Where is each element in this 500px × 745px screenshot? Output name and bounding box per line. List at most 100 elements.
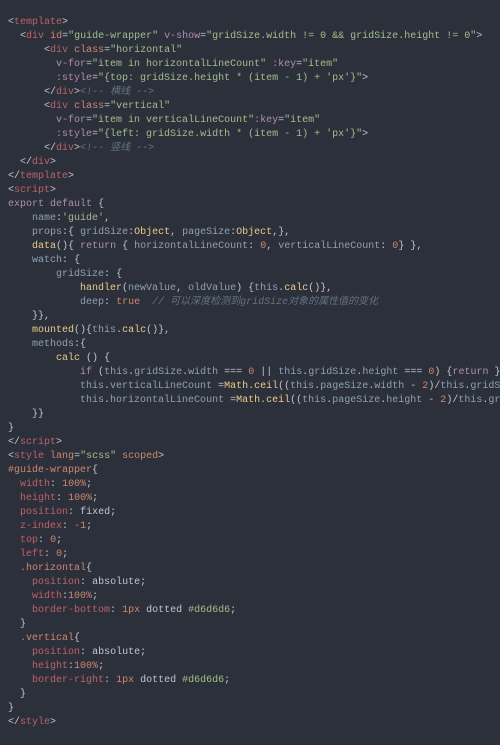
- code-token-str: "item": [302, 59, 338, 70]
- code-token-cssprop: top: [20, 535, 38, 546]
- code-token-punc: }: [494, 367, 500, 378]
- code-token-tkkey: this: [278, 367, 302, 378]
- code-line: this.verticalLineCount =Math.ceil((this.…: [8, 381, 500, 392]
- code-token-punc: ()},: [146, 325, 170, 336]
- code-token-str: "{left: gridSize.width * (item - 1) + 'p…: [98, 129, 362, 140]
- code-token-punc: (){: [74, 325, 92, 336]
- code-token-punc: )/: [446, 395, 458, 406]
- code-token-punc: }},: [32, 311, 50, 322]
- code-token-punc: {: [98, 199, 104, 210]
- code-line: .horizontal{: [8, 563, 92, 574]
- code-token-indent: [8, 45, 44, 56]
- code-token-cssprop: border-right: [32, 675, 104, 686]
- code-block: <template> <div id="guide-wrapper" v-sho…: [0, 10, 500, 736]
- code-token-opattr: v-show: [164, 31, 200, 42]
- code-token-punc: }: [20, 689, 26, 700]
- code-token-str: "vertical": [110, 101, 170, 112]
- code-line: }}: [8, 409, 44, 420]
- code-token-indent: [8, 311, 32, 322]
- code-token-str: "item in horizontalLineCount": [92, 59, 266, 70]
- code-line: <script>: [8, 185, 56, 196]
- code-token-tkkey: pageSize: [332, 395, 380, 406]
- code-token-tkkey: gridSize: [488, 395, 500, 406]
- code-token-indent: [8, 577, 32, 588]
- code-line: v-for="item in horizontalLineCount" :key…: [8, 59, 338, 70]
- code-token-csscol: #d6d6d6: [188, 605, 230, 616]
- code-token-punc: {: [74, 633, 80, 644]
- code-token-cssprop: width: [32, 591, 62, 602]
- code-token-str: "{top: gridSize.height * (item - 1) + 'p…: [98, 73, 362, 84]
- code-token-punc: ===: [224, 367, 242, 378]
- code-token-punc: ()},: [308, 283, 332, 294]
- code-token-indent: [8, 647, 32, 658]
- code-token-plain: [140, 297, 152, 308]
- code-token-tkkey: height: [362, 367, 398, 378]
- code-token-opattr: :key: [254, 115, 278, 126]
- code-token-cssprop: height: [20, 493, 56, 504]
- code-token-punc: ||: [260, 367, 272, 378]
- code-line: <div class="vertical": [8, 101, 170, 112]
- code-token-ident: data: [32, 241, 56, 252]
- code-line: z-index: -1;: [8, 521, 92, 532]
- code-token-punc: {: [116, 269, 122, 280]
- code-token-cssprop: z-index: [20, 521, 62, 532]
- code-token-glb: Math: [224, 381, 248, 392]
- code-token-tkkey: gridSize: [80, 227, 128, 238]
- code-token-indent: [8, 213, 32, 224]
- code-line: <style lang="scss" scoped>: [8, 451, 164, 462]
- code-line: watch: {: [8, 255, 80, 266]
- code-line: handler(newValue, oldValue) {this.calc()…: [8, 283, 332, 294]
- code-token-cmt: <!-- 竖线 -->: [80, 143, 154, 154]
- code-token-punc: }}: [32, 409, 44, 420]
- code-token-indent: [8, 563, 20, 574]
- code-token-punc: {: [104, 353, 110, 364]
- code-token-indent: [8, 549, 20, 560]
- code-token-cssnum: 1px: [116, 675, 134, 686]
- code-token-indent: [8, 157, 20, 168]
- code-token-tkkey: name: [32, 213, 56, 224]
- code-token-indent: [8, 633, 20, 644]
- code-token-punc: </: [44, 87, 56, 98]
- code-token-cssval: dotted: [146, 605, 182, 616]
- code-token-tag: div: [50, 45, 68, 56]
- code-token-indent: [8, 59, 56, 70]
- code-token-ident: Object: [134, 227, 170, 238]
- code-token-cssnum: 1px: [122, 605, 140, 616]
- code-token-opattr: :key: [272, 59, 296, 70]
- code-token-punc: ===: [404, 367, 422, 378]
- code-line: calc () {: [8, 353, 110, 364]
- code-line: </style>: [8, 717, 56, 728]
- code-token-indent: [8, 521, 20, 532]
- code-token-indent: [8, 591, 32, 602]
- code-line: data(){ return { horizontalLineCount: 0,…: [8, 241, 422, 252]
- code-token-tkkey: verticalLineCount: [278, 241, 380, 252]
- code-token-tag: template: [14, 17, 62, 28]
- code-token-str: "gridSize.width != 0 && gridSize.height …: [206, 31, 476, 42]
- code-token-cssnum: 100%: [68, 591, 92, 602]
- code-token-cssprop: left: [20, 549, 44, 560]
- code-line: <div id="guide-wrapper" v-show="gridSize…: [8, 31, 482, 42]
- code-token-tkkey: methods: [32, 339, 74, 350]
- code-token-tkkey: this: [440, 381, 464, 392]
- code-token-indent: [8, 507, 20, 518]
- code-token-cssprop: position: [32, 577, 80, 588]
- code-token-indent: [8, 409, 32, 420]
- code-token-cssprop: width: [20, 479, 50, 490]
- code-token-punc: ;: [140, 647, 146, 658]
- code-token-indent: [8, 661, 32, 672]
- code-token-tkkey: this: [458, 395, 482, 406]
- code-line: methods:{: [8, 339, 86, 350]
- code-token-tkkey: this: [104, 367, 128, 378]
- code-token-tkkey: horizontalLineCount: [110, 395, 224, 406]
- code-token-tag: div: [50, 101, 68, 112]
- code-token-indent: [8, 129, 56, 140]
- code-token-punc: :{: [62, 227, 74, 238]
- code-line: v-for="item in verticalLineCount":key="i…: [8, 115, 320, 126]
- code-token-punc: ;: [92, 493, 98, 504]
- code-token-tkkey: pageSize: [320, 381, 368, 392]
- code-token-indent: [8, 619, 20, 630]
- code-token-punc: ,: [104, 213, 110, 224]
- code-token-tag: div: [32, 157, 50, 168]
- code-token-punc: ;: [224, 675, 230, 686]
- code-token-indent: [8, 605, 32, 616]
